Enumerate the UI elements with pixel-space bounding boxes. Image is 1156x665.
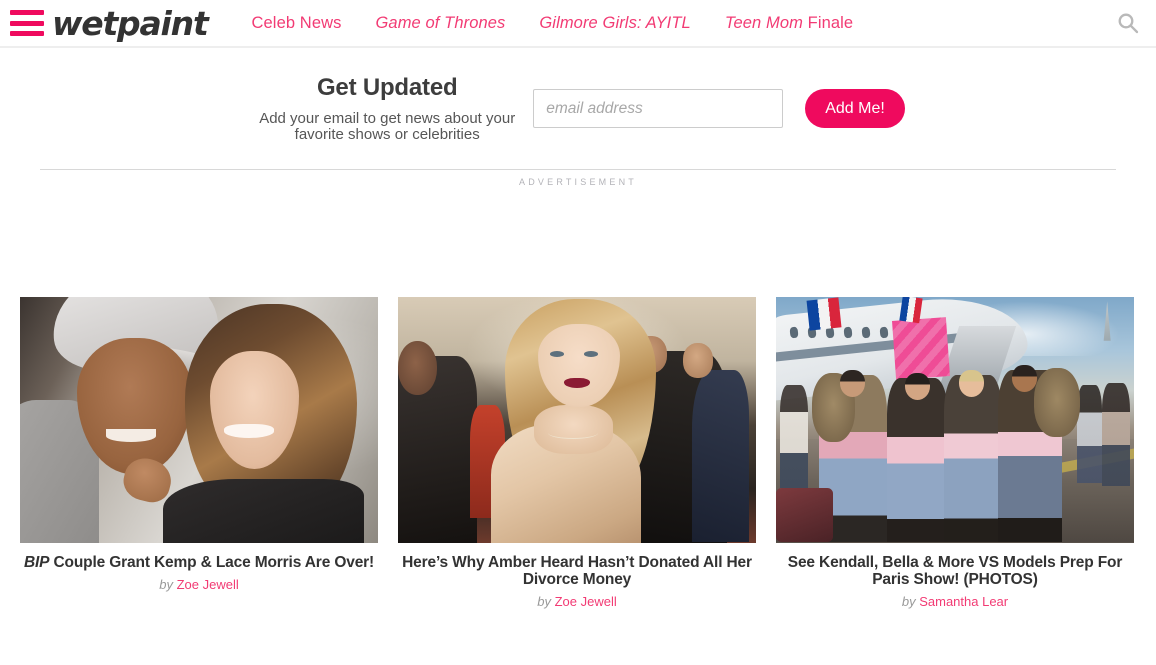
byline-by-label: by <box>537 594 551 610</box>
site-header: wetpaint Celeb News Game of Thrones Gilm… <box>0 0 1156 48</box>
amber-heard-red-carpet-photo <box>398 296 756 543</box>
hamburger-bar <box>10 10 44 15</box>
nav-item-show-name: Teen Mom <box>724 13 803 32</box>
article-thumbnail[interactable] <box>20 296 378 543</box>
search-icon[interactable] <box>1114 9 1142 37</box>
advertisement-slot[interactable] <box>40 186 1116 291</box>
site-logo[interactable]: wetpaint <box>52 7 209 40</box>
main-navigation: Celeb News Game of Thrones Gilmore Girls… <box>252 14 1156 33</box>
newsletter-subtitle: Add your email to get news about your fa… <box>259 110 516 143</box>
article-title[interactable]: Here’s Why Amber Heard Hasn’t Donated Al… <box>398 543 756 589</box>
article-card[interactable]: See Kendall, Bella & More VS Models Prep… <box>776 296 1134 609</box>
couple-selfie-photo <box>20 296 378 543</box>
newsletter-copy: Get Updated Add your email to get news a… <box>251 72 523 143</box>
article-title-show: BIP <box>23 553 50 571</box>
byline-author[interactable]: Samantha Lear <box>919 594 1008 609</box>
article-title[interactable]: BIP Couple Grant Kemp & Lace Morris Are … <box>20 543 378 571</box>
byline-by-label: by <box>159 576 173 592</box>
add-me-button[interactable]: Add Me! <box>805 89 905 128</box>
newsletter-form: Add Me! <box>533 72 905 128</box>
article-thumbnail[interactable] <box>776 296 1134 543</box>
nav-item-suffix: Finale <box>802 13 854 32</box>
article-title-rest: Couple Grant Kemp & Lace Morris Are Over… <box>49 553 375 571</box>
article-byline: by Zoe Jewell <box>20 571 378 592</box>
email-input[interactable] <box>533 89 784 128</box>
hamburger-menu-icon[interactable] <box>10 10 44 36</box>
article-title-rest: See Kendall, Bella & More VS Models Prep… <box>787 553 1123 588</box>
nav-item-teen-mom-finale[interactable]: Teen Mom Finale <box>725 14 853 33</box>
newsletter-signup-section: Get Updated Add your email to get news a… <box>0 48 1156 161</box>
byline-author[interactable]: Zoe Jewell <box>555 594 617 609</box>
article-title-rest: Here’s Why Amber Heard Hasn’t Donated Al… <box>402 553 752 588</box>
article-card[interactable]: BIP Couple Grant Kemp & Lace Morris Are … <box>20 296 378 610</box>
article-byline: by Zoe Jewell <box>398 588 756 609</box>
article-card-grid: BIP Couple Grant Kemp & Lace Morris Are … <box>20 291 1136 610</box>
article-title[interactable]: See Kendall, Bella & More VS Models Prep… <box>776 543 1134 589</box>
byline-author[interactable]: Zoe Jewell <box>177 577 239 592</box>
article-thumbnail[interactable] <box>398 296 756 543</box>
article-card[interactable]: Here’s Why Amber Heard Hasn’t Donated Al… <box>398 296 756 609</box>
newsletter-title: Get Updated <box>316 74 458 101</box>
hamburger-bar <box>10 20 44 26</box>
byline-by-label: by <box>901 594 916 610</box>
advertisement-section: ADVERTISEMENT <box>0 161 1156 291</box>
vs-models-airport-photo <box>776 296 1134 543</box>
hamburger-bar <box>10 31 44 36</box>
nav-item-celeb-news[interactable]: Celeb News <box>252 14 342 33</box>
nav-item-game-of-thrones[interactable]: Game of Thrones <box>375 14 505 33</box>
advertisement-label: ADVERTISEMENT <box>519 176 637 187</box>
nav-item-gilmore-girls[interactable]: Gilmore Girls: AYITL <box>539 14 690 33</box>
article-byline: by Samantha Lear <box>776 588 1134 609</box>
